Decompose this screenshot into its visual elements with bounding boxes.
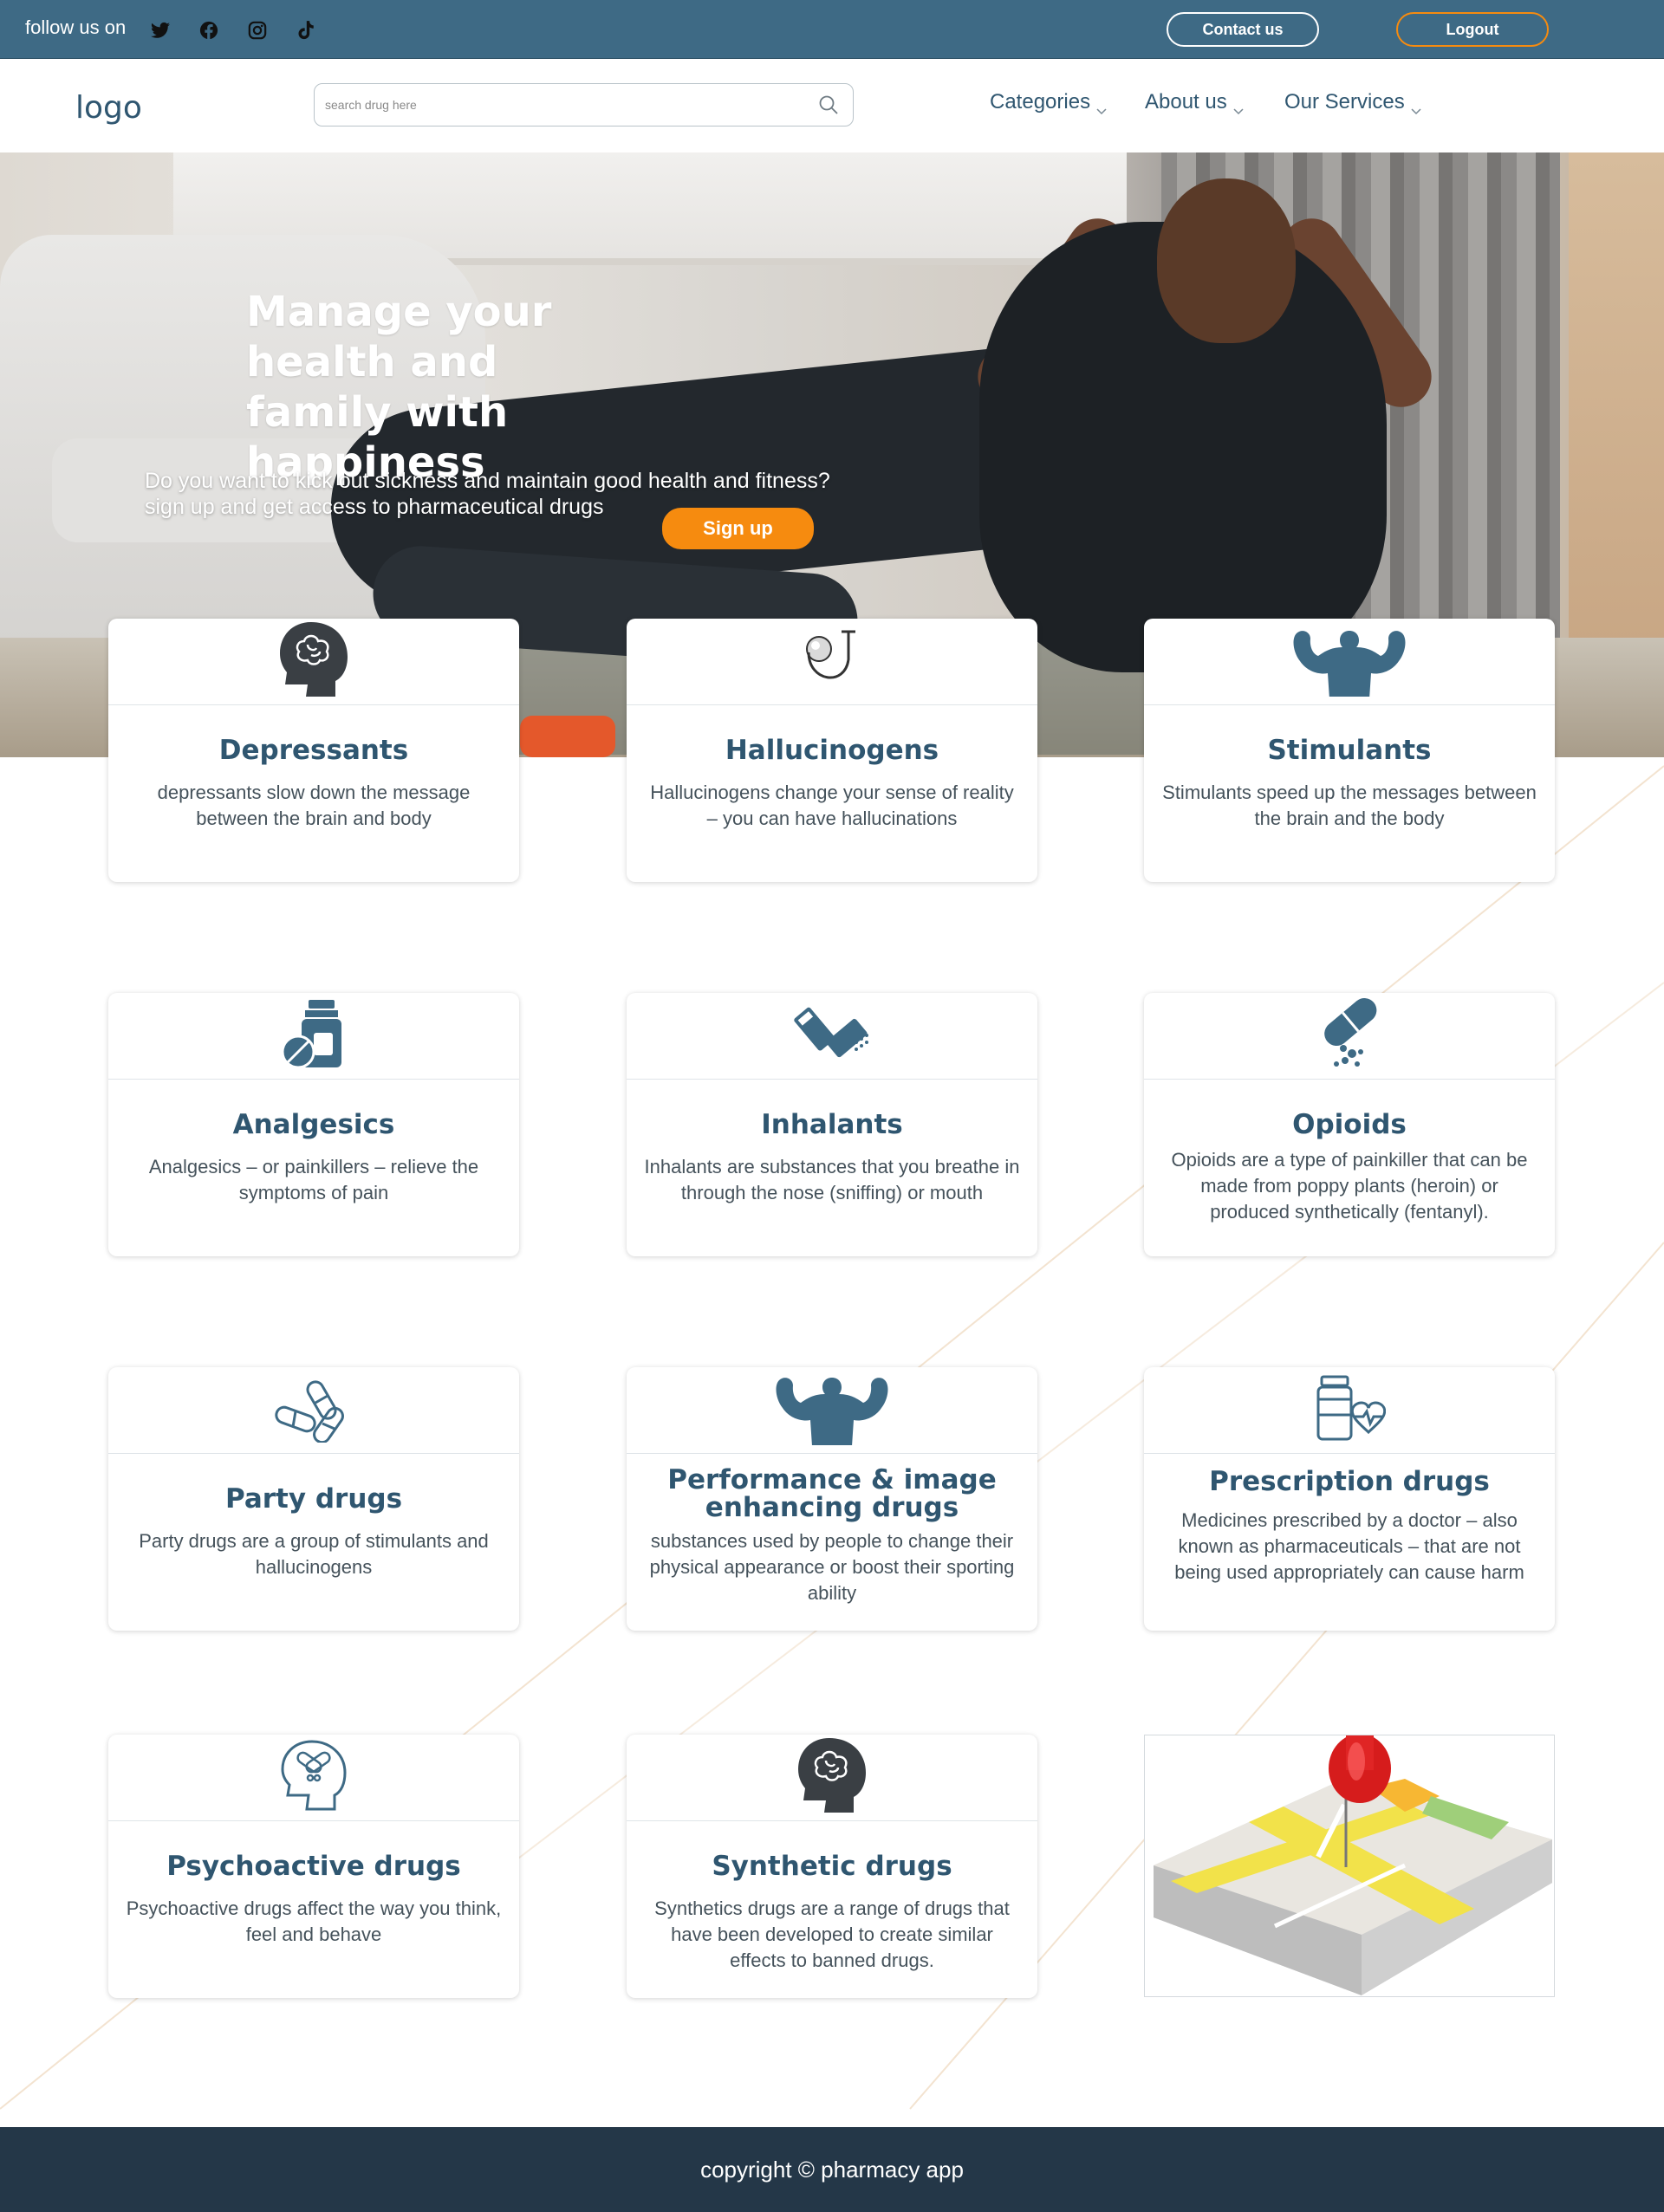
signup-button[interactable]: Sign up bbox=[662, 508, 814, 549]
category-title: Performance & image enhancing drugs bbox=[667, 1464, 997, 1523]
category-description: Party drugs are a group of stimulants an… bbox=[139, 1530, 489, 1578]
category-description: Hallucinogens change your sense of reali… bbox=[650, 782, 1014, 829]
category-title: Analgesics bbox=[232, 1109, 395, 1140]
category-description: substances used by people to change thei… bbox=[649, 1530, 1015, 1604]
category-card-inhalants[interactable]: Inhalants Inhalants are substances that … bbox=[627, 993, 1037, 1256]
category-description: depressants slow down the message betwee… bbox=[157, 782, 471, 829]
menu-about-us-label: About us bbox=[1145, 90, 1227, 114]
prescription-bottle-heart-icon bbox=[1313, 1373, 1387, 1447]
brain-head-icon bbox=[276, 620, 351, 703]
map-illustration bbox=[1154, 1735, 1552, 1995]
pills-icon bbox=[272, 1373, 355, 1447]
footer: copyright © pharmacy app bbox=[0, 2127, 1664, 2212]
category-title: Stimulants bbox=[1267, 735, 1432, 766]
copyright-text: copyright © pharmacy app bbox=[700, 2156, 964, 2183]
chevron-down-icon bbox=[1410, 98, 1424, 115]
category-card-depressants[interactable]: Depressants depressants slow down the me… bbox=[108, 619, 519, 882]
hero-title: Manage your health and family with happi… bbox=[246, 288, 552, 487]
category-description: Stimulants speed up the messages between… bbox=[1162, 782, 1537, 829]
capsule-icon bbox=[1310, 995, 1388, 1077]
category-card-synthetic-drugs[interactable]: Synthetic drugs Synthetics drugs are a r… bbox=[627, 1735, 1037, 1998]
menu-our-services[interactable]: Our Services bbox=[1284, 90, 1424, 115]
search-box bbox=[314, 83, 854, 126]
hero-subtitle-line-1: Do you want to kick out sickness and mai… bbox=[145, 469, 830, 493]
menu-categories[interactable]: Categories bbox=[990, 90, 1109, 115]
bodybuilder-icon bbox=[775, 1371, 889, 1450]
map-pin-image[interactable] bbox=[1144, 1735, 1555, 1997]
muscle-man-icon bbox=[1292, 622, 1407, 701]
category-card-party-drugs[interactable]: Party drugs Party drugs are a group of s… bbox=[108, 1367, 519, 1631]
category-description: Synthetics drugs are a range of drugs th… bbox=[654, 1897, 1010, 1971]
category-title: Party drugs bbox=[224, 1483, 403, 1515]
category-title: Synthetic drugs bbox=[712, 1851, 952, 1882]
menu-our-services-label: Our Services bbox=[1284, 90, 1405, 114]
category-title: Depressants bbox=[218, 735, 409, 766]
category-description: Medicines prescribed by a doctor – also … bbox=[1174, 1509, 1524, 1583]
inhaler-icon bbox=[790, 999, 874, 1073]
chevron-down-icon bbox=[1232, 98, 1246, 115]
menu-about-us[interactable]: About us bbox=[1145, 90, 1246, 115]
contact-us-button[interactable]: Contact us bbox=[1167, 12, 1319, 47]
category-title: Hallucinogens bbox=[725, 735, 939, 766]
category-description: Inhalants are substances that you breath… bbox=[644, 1156, 1020, 1203]
logo[interactable]: logo bbox=[75, 90, 142, 126]
twitter-icon[interactable] bbox=[149, 19, 172, 42]
search-input[interactable] bbox=[325, 84, 810, 125]
nav-bar: logo Categories About us Our Services bbox=[0, 59, 1664, 152]
chevron-down-icon bbox=[1095, 98, 1109, 115]
instagram-icon[interactable] bbox=[246, 19, 269, 42]
category-card-prescription-drugs[interactable]: Prescription drugs Medicines prescribed … bbox=[1144, 1367, 1555, 1631]
brain-head-icon bbox=[795, 1736, 869, 1819]
category-title: Prescription drugs bbox=[1209, 1466, 1490, 1497]
facebook-icon[interactable] bbox=[198, 19, 220, 42]
category-card-stimulants[interactable]: Stimulants Stimulants speed up the messa… bbox=[1144, 619, 1555, 882]
category-description: Opioids are a type of painkiller that ca… bbox=[1171, 1149, 1528, 1223]
medicine-bottle-icon bbox=[279, 998, 348, 1074]
category-card-opioids[interactable]: Opioids Opioids are a type of painkiller… bbox=[1144, 993, 1555, 1256]
logout-button[interactable]: Logout bbox=[1396, 12, 1549, 47]
follow-us-label: follow us on bbox=[25, 16, 127, 38]
dumbbell-graphic bbox=[520, 716, 615, 757]
category-title: Inhalants bbox=[761, 1109, 903, 1140]
category-card-hallucinogens[interactable]: Hallucinogens Hallucinogens change your … bbox=[627, 619, 1037, 882]
search-icon[interactable] bbox=[818, 94, 839, 115]
top-bar: follow us on Contact us Logout bbox=[0, 0, 1664, 59]
category-description: Analgesics – or painkillers – relieve th… bbox=[148, 1156, 479, 1203]
category-title: Psychoactive drugs bbox=[166, 1851, 461, 1882]
category-title: Opioids bbox=[1292, 1109, 1407, 1140]
head-pills-icon bbox=[279, 1738, 348, 1817]
category-description: Psychoactive drugs affect the way you th… bbox=[126, 1897, 502, 1945]
tiktok-icon[interactable] bbox=[295, 19, 317, 42]
menu-categories-label: Categories bbox=[990, 90, 1091, 114]
category-card-analgesics[interactable]: Analgesics Analgesics – or painkillers –… bbox=[108, 993, 519, 1256]
stethoscope-icon bbox=[802, 626, 862, 697]
category-card-psychoactive-drugs[interactable]: Psychoactive drugs Psychoactive drugs af… bbox=[108, 1735, 519, 1998]
category-card-performance-image-enhancing-drugs[interactable]: Performance & image enhancing drugs subs… bbox=[627, 1367, 1037, 1631]
